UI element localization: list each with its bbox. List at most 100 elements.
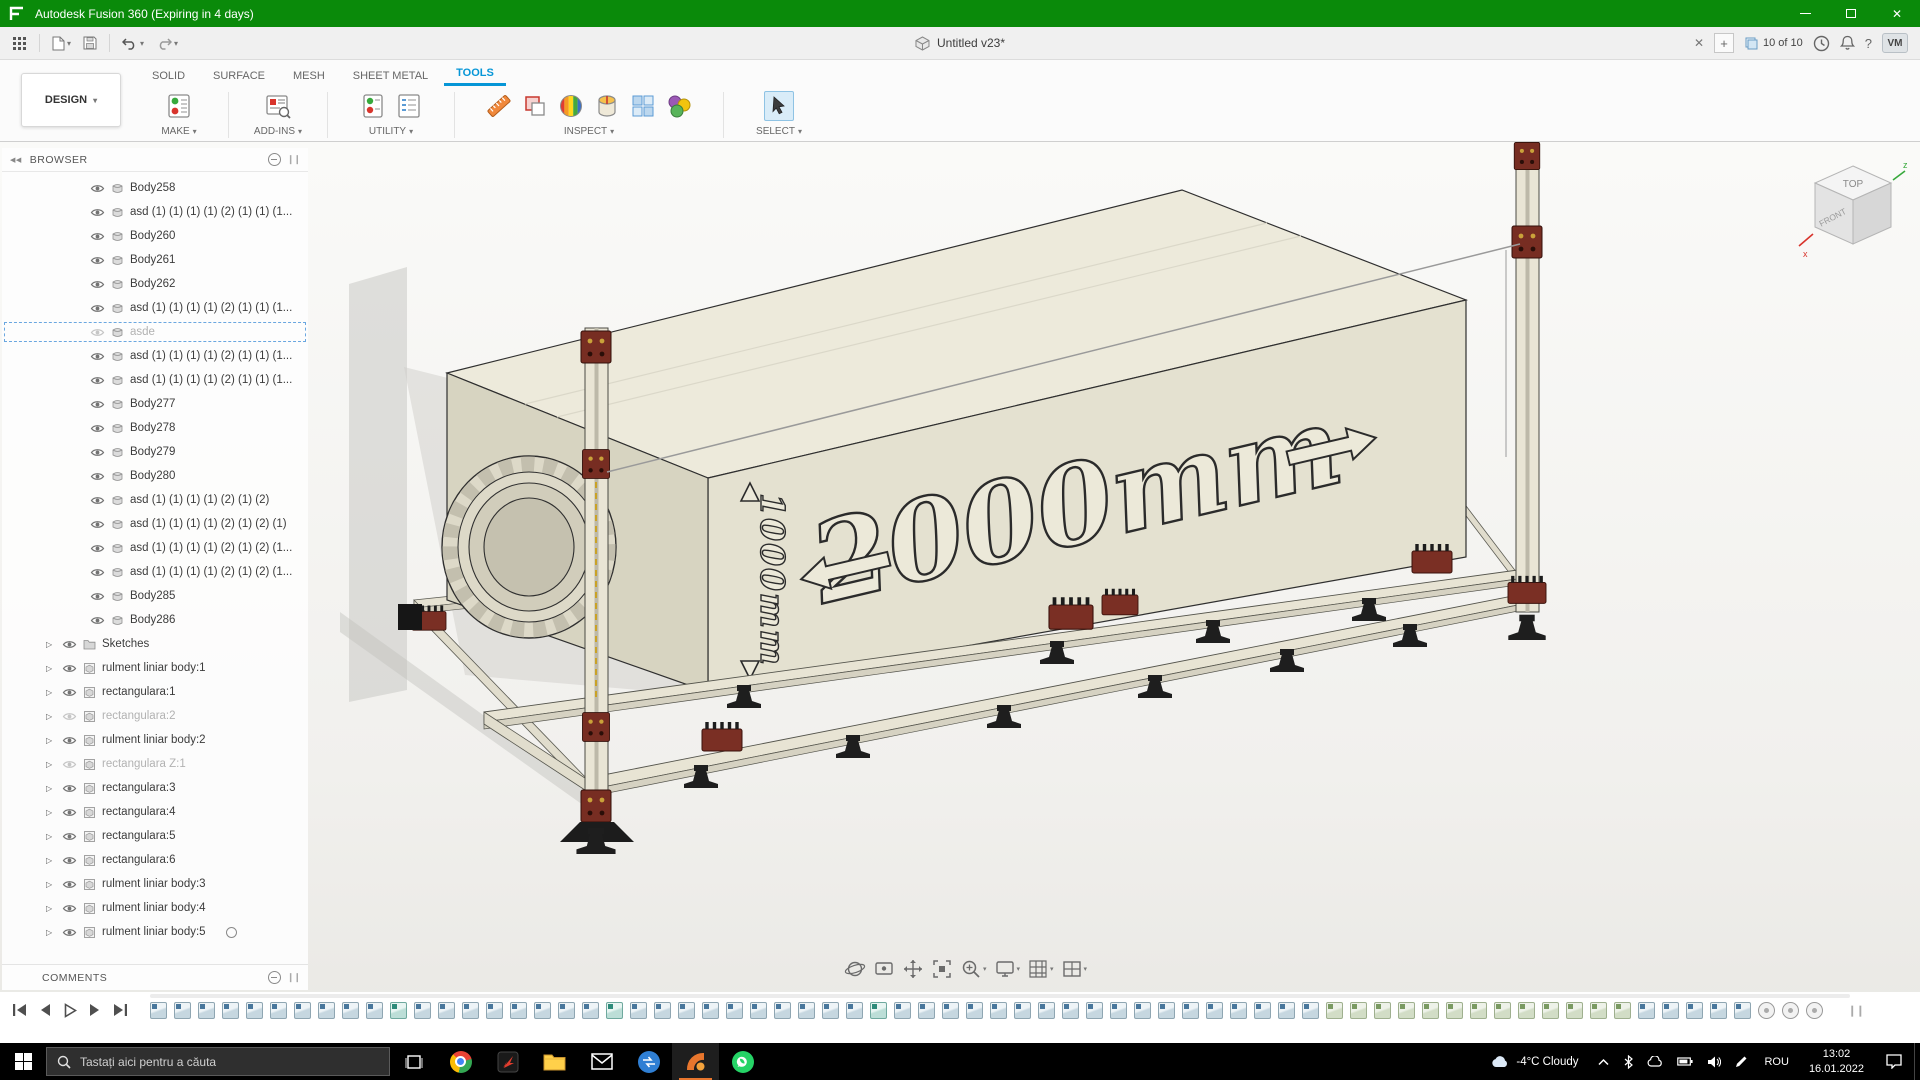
browser-tree-item[interactable]: Body258 <box>2 176 308 200</box>
visibility-eye-icon[interactable] <box>62 639 77 650</box>
mail-icon[interactable] <box>578 1043 625 1080</box>
minimize-button[interactable] <box>1782 0 1828 27</box>
timeline-feature-49[interactable] <box>1302 1002 1319 1019</box>
view-cube[interactable]: TOP FRONT x z <box>1795 154 1913 272</box>
whatsapp-icon[interactable] <box>719 1043 766 1080</box>
browser-tree-item[interactable]: Body286 <box>2 608 308 632</box>
visibility-eye-icon[interactable] <box>90 591 105 602</box>
expand-arrow-icon[interactable]: ▷ <box>46 664 56 673</box>
timeline-feature-22[interactable] <box>654 1002 671 1019</box>
timeline-feature-65[interactable] <box>1686 1002 1703 1019</box>
browser-tree-item[interactable]: Body262 <box>2 272 308 296</box>
visibility-eye-icon[interactable] <box>62 783 77 794</box>
timeline-go-start-button[interactable] <box>10 1000 30 1020</box>
browser-tree-item[interactable]: ▷rectangulara Z:1 <box>2 752 308 776</box>
new-tab-button[interactable]: + <box>1714 33 1734 53</box>
visibility-eye-icon[interactable] <box>90 327 105 338</box>
media-app-icon[interactable] <box>484 1043 531 1080</box>
timeline-feature-2[interactable] <box>174 1002 191 1019</box>
visibility-eye-icon[interactable] <box>90 279 105 290</box>
browser-tree-item[interactable]: ▷rectangulara:6 <box>2 848 308 872</box>
expand-arrow-icon[interactable]: ▷ <box>46 808 56 817</box>
timeline-feature-16[interactable] <box>510 1002 527 1019</box>
timeline-feature-4[interactable] <box>222 1002 239 1019</box>
grid-settings-icon[interactable]: ▾ <box>1025 956 1056 982</box>
timeline-scrollbar[interactable] <box>150 994 1850 998</box>
visibility-eye-icon[interactable] <box>62 759 77 770</box>
timeline-feature-52[interactable] <box>1374 1002 1391 1019</box>
group-label-select[interactable]: SELECT▾ <box>756 126 802 137</box>
timeline-feature-41[interactable] <box>1110 1002 1127 1019</box>
timeline-feature-21[interactable] <box>630 1002 647 1019</box>
timeline-feature-20[interactable] <box>606 1002 623 1019</box>
timeline-feature-19[interactable] <box>582 1002 599 1019</box>
action-center-icon[interactable] <box>1874 1054 1914 1069</box>
tab-surface[interactable]: SURFACE <box>201 64 277 86</box>
browser-tree-item[interactable]: ▷rulment liniar body:2 <box>2 728 308 752</box>
component-color-icon[interactable] <box>665 92 693 120</box>
display-settings-icon[interactable]: ▾ <box>992 956 1023 982</box>
timeline-feature-37[interactable] <box>1014 1002 1031 1019</box>
expand-arrow-icon[interactable]: ▷ <box>46 856 56 865</box>
timeline-feature-48[interactable] <box>1278 1002 1295 1019</box>
timeline-feature-10[interactable] <box>366 1002 383 1019</box>
timeline-feature-58[interactable] <box>1518 1002 1535 1019</box>
browser-tree-item[interactable]: asd (1) (1) (1) (1) (2) (1) (2) <box>2 488 308 512</box>
browser-tree-item[interactable]: asd (1) (1) (1) (1) (2) (1) (2) (1) <box>2 512 308 536</box>
start-button[interactable] <box>0 1043 46 1080</box>
expand-arrow-icon[interactable]: ▷ <box>46 736 56 745</box>
visibility-eye-icon[interactable] <box>62 687 77 698</box>
battery-icon[interactable] <box>1670 1057 1700 1066</box>
visibility-eye-icon[interactable] <box>90 399 105 410</box>
timeline-feature-36[interactable] <box>990 1002 1007 1019</box>
undo-button[interactable]: ▾ <box>118 33 148 53</box>
select-cursor-icon[interactable] <box>764 91 794 121</box>
timeline-grip[interactable]: ❙❙ <box>1848 1004 1864 1017</box>
group-label-addins[interactable]: ADD-INS▾ <box>254 126 302 137</box>
timeline-feature-54[interactable] <box>1422 1002 1439 1019</box>
timeline-feature-63[interactable] <box>1638 1002 1655 1019</box>
visibility-eye-icon[interactable] <box>90 303 105 314</box>
minimize-comments-icon[interactable] <box>268 971 281 984</box>
file-menu-button[interactable]: ▾ <box>48 33 75 54</box>
timeline-feature-60[interactable] <box>1566 1002 1583 1019</box>
visibility-eye-icon[interactable] <box>62 807 77 818</box>
show-desktop-button[interactable] <box>1914 1043 1920 1080</box>
minimize-panel-icon[interactable] <box>268 153 281 166</box>
timeline-feature-31[interactable] <box>870 1002 887 1019</box>
measure-icon[interactable] <box>485 92 513 120</box>
timeline-feature-24[interactable] <box>702 1002 719 1019</box>
visibility-eye-icon[interactable] <box>62 831 77 842</box>
visibility-eye-icon[interactable] <box>62 927 77 938</box>
group-label-inspect[interactable]: INSPECT▾ <box>564 126 614 137</box>
browser-tree-item[interactable]: Body280 <box>2 464 308 488</box>
timeline-feature-66[interactable] <box>1710 1002 1727 1019</box>
group-label-make[interactable]: MAKE▾ <box>161 126 196 137</box>
visibility-eye-icon[interactable] <box>90 255 105 266</box>
visibility-eye-icon[interactable] <box>90 615 105 626</box>
browser-tree-item[interactable]: Body261 <box>2 248 308 272</box>
maximize-button[interactable] <box>1828 0 1874 27</box>
timeline-feature-25[interactable] <box>726 1002 743 1019</box>
browser-tree-item[interactable]: asd (1) (1) (1) (1) (2) (1) (1) (1... <box>2 368 308 392</box>
browser-tree-item[interactable]: asd (1) (1) (1) (1) (2) (1) (1) (1... <box>2 296 308 320</box>
timeline-feature-43[interactable] <box>1158 1002 1175 1019</box>
browser-tree-item[interactable]: ▷rectangulara:3 <box>2 776 308 800</box>
timeline-feature-64[interactable] <box>1662 1002 1679 1019</box>
timeline-feature-46[interactable] <box>1230 1002 1247 1019</box>
fusion360-taskbar-icon[interactable] <box>672 1043 719 1080</box>
timeline-feature-12[interactable] <box>414 1002 431 1019</box>
taskbar-search[interactable]: Tastați aici pentru a căuta <box>46 1047 390 1076</box>
expand-arrow-icon[interactable]: ▷ <box>46 904 56 913</box>
timeline-feature-40[interactable] <box>1086 1002 1103 1019</box>
timeline-feature-67[interactable] <box>1734 1002 1751 1019</box>
visibility-eye-icon[interactable] <box>90 519 105 530</box>
timeline-feature-42[interactable] <box>1134 1002 1151 1019</box>
browser-tree-item[interactable]: ▷rectangulara:4 <box>2 800 308 824</box>
timeline-feature-55[interactable] <box>1446 1002 1463 1019</box>
timeline-feature-56[interactable] <box>1470 1002 1487 1019</box>
look-at-icon[interactable] <box>871 956 897 982</box>
timeline-feature-6[interactable] <box>270 1002 287 1019</box>
timeline-feature-33[interactable] <box>918 1002 935 1019</box>
timeline-feature-15[interactable] <box>486 1002 503 1019</box>
